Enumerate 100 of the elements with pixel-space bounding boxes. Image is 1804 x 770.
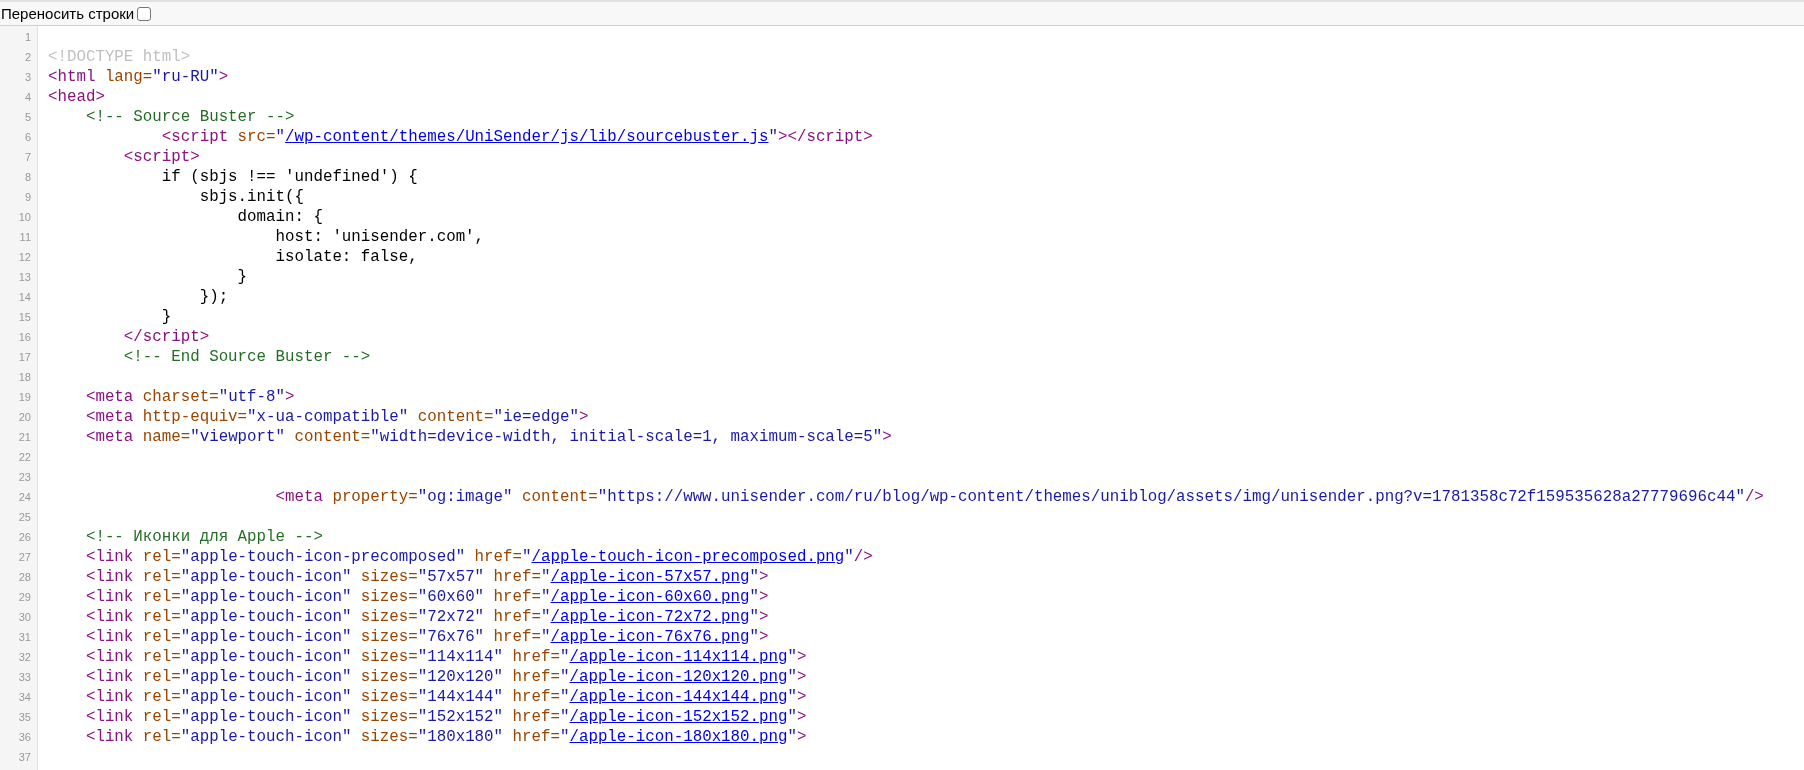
attribute-value: " (749, 607, 760, 627)
attribute-value: "144x144" (417, 687, 504, 707)
attribute-value: " (768, 127, 778, 147)
html-tag: <link (48, 607, 134, 627)
attribute-value: " (559, 707, 570, 727)
line-number: 9 (24, 189, 31, 205)
attribute-value: " (541, 587, 551, 607)
wrap-lines-label: Переносить строки (1, 6, 135, 21)
line-number: 13 (18, 269, 31, 285)
attribute-name: charset= (141, 387, 219, 407)
source-link[interactable]: /apple-icon-76x76.png (550, 627, 750, 647)
attribute-value: "apple-touch-icon" (180, 667, 352, 687)
source-link[interactable]: /apple-icon-120x120.png (569, 667, 788, 687)
code-text: host: 'unisender.com', (274, 227, 485, 247)
attribute-value: "apple-touch-icon" (180, 627, 352, 647)
source-link[interactable]: /wp-content/themes/UniSender/js/lib/sourcebuster.js (285, 127, 769, 147)
line-number: 37 (18, 749, 31, 765)
html-tag: > (796, 667, 807, 687)
attribute-value: " (541, 607, 551, 627)
code-comment: <!-- Иконки для Apple --> (84, 527, 323, 547)
line-number: 20 (18, 409, 31, 425)
attribute-value: "width=device-width, initial-scale=1, maximum-scale=5" (370, 427, 883, 447)
attribute-value: " (787, 687, 797, 707)
html-tag: <link (48, 707, 134, 727)
attribute-value: " (787, 667, 797, 687)
attribute-value: "76x76" (417, 627, 485, 647)
attribute-name: http-equiv= (141, 407, 248, 427)
attribute-name: href= (492, 607, 541, 627)
attribute-name: rel= (141, 547, 181, 567)
wrap-lines-checkbox[interactable] (137, 6, 152, 21)
code-text: } (236, 267, 248, 287)
attribute-value: " (749, 587, 760, 607)
attribute-name: href= (511, 727, 560, 747)
line-number: 2 (24, 49, 31, 65)
attribute-value: "57x57" (417, 567, 485, 587)
attribute-name: rel= (141, 727, 181, 747)
html-tag: <link (48, 647, 134, 667)
html-tag: > (578, 407, 589, 427)
attribute-name: sizes= (359, 707, 418, 727)
attribute-value: " (559, 687, 570, 707)
line-number: 35 (18, 709, 31, 725)
html-tag: > (759, 567, 769, 587)
source-link[interactable]: /apple-icon-144x144.png (569, 687, 788, 707)
html-tag: <link (48, 567, 134, 587)
code-text: } (160, 307, 172, 327)
html-tag: > (796, 707, 807, 727)
html-tag: > (218, 67, 229, 87)
attribute-value: " (522, 547, 532, 567)
line-number: 12 (18, 249, 31, 265)
html-tag: <link (48, 687, 134, 707)
line-number: 31 (18, 629, 31, 645)
attribute-value: "ie=edge" (493, 407, 579, 427)
html-tag: /> (853, 547, 873, 567)
attribute-value: "apple-touch-icon" (180, 647, 352, 667)
html-tag: <meta (48, 427, 134, 447)
line-number: 21 (18, 429, 31, 445)
code-text: }); (198, 287, 229, 307)
attribute-value: "ru-RU" (152, 67, 219, 87)
source-link[interactable]: /apple-icon-57x57.png (550, 567, 750, 587)
attribute-name: sizes= (359, 727, 418, 747)
source-link[interactable]: /apple-icon-152x152.png (569, 707, 788, 727)
attribute-name: rel= (141, 567, 181, 587)
attribute-name: rel= (141, 707, 181, 727)
html-tag: <link (48, 727, 134, 747)
attribute-name: sizes= (359, 647, 418, 667)
html-tag: <meta (48, 487, 323, 507)
html-tag: <meta (48, 387, 134, 407)
attribute-value: "60x60" (417, 587, 485, 607)
source-link[interactable]: /apple-icon-60x60.png (550, 587, 750, 607)
source-link[interactable]: /apple-touch-icon-precomposed.png (531, 547, 845, 567)
attribute-name: sizes= (359, 587, 418, 607)
attribute-name: sizes= (359, 567, 418, 587)
source-link[interactable]: /apple-icon-114x114.png (569, 647, 788, 667)
source-link[interactable]: /apple-icon-180x180.png (569, 727, 788, 747)
attribute-value: "x-ua-compatible" (247, 407, 409, 427)
attribute-name: content= (521, 487, 598, 507)
html-tag: <meta (48, 407, 134, 427)
attribute-value: " (844, 547, 854, 567)
html-tag: > (759, 627, 769, 647)
attribute-name: sizes= (359, 627, 418, 647)
attribute-name: rel= (141, 667, 181, 687)
attribute-value: "https://www.unisender.com/ru/blog/wp-content/themes/uniblog/assets/img/unisender.png?v=1781358c72f159535628a27779696c44" (597, 487, 1745, 507)
attribute-value: " (749, 627, 760, 647)
attribute-name: src= (236, 127, 276, 147)
code-text: sbjs.init({ (198, 187, 304, 207)
html-tag: <link (48, 667, 134, 687)
line-number: 34 (18, 689, 31, 705)
source-link[interactable]: /apple-icon-72x72.png (550, 607, 750, 627)
attribute-value: "apple-touch-icon" (180, 707, 352, 727)
html-tag: <script> (48, 147, 200, 167)
html-tag: <head> (48, 87, 105, 107)
attribute-name: sizes= (359, 687, 418, 707)
html-tag: ></script> (777, 127, 873, 147)
line-number: 10 (18, 209, 31, 225)
attribute-value: "apple-touch-icon-precomposed" (180, 547, 466, 567)
html-tag: > (796, 727, 807, 747)
attribute-value: " (787, 707, 797, 727)
attribute-name: rel= (141, 627, 181, 647)
html-tag: > (759, 607, 769, 627)
attribute-name: property= (331, 487, 418, 507)
